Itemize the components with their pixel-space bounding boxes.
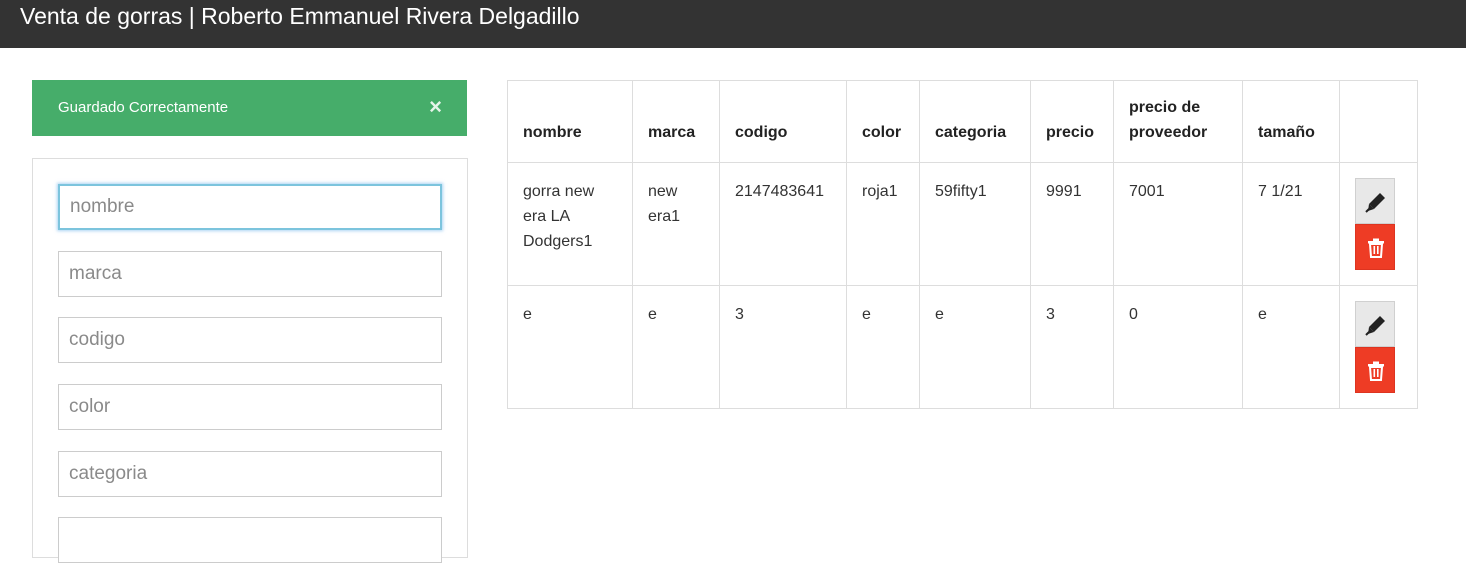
column-header-precio-proveedor: precio de proveedor [1113, 80, 1243, 163]
column-header-categoria: categoria [919, 80, 1031, 163]
cell-categoria: e [919, 285, 1031, 409]
success-alert: Guardado Correctamente × [32, 80, 467, 136]
cell-precio-proveedor: 7001 [1113, 162, 1243, 286]
cell-color: e [846, 285, 920, 409]
cell-nombre: e [507, 285, 633, 409]
column-header-tamano: tamaño [1242, 80, 1340, 163]
color-input[interactable] [58, 384, 442, 430]
cell-marca: new era1 [632, 162, 720, 286]
table-row: e e 3 e e 3 0 e [507, 285, 1418, 409]
close-icon[interactable]: × [429, 95, 442, 119]
column-header-nombre: nombre [507, 80, 633, 163]
marca-input[interactable] [58, 251, 442, 297]
cell-tamano: e [1242, 285, 1340, 409]
cell-actions [1339, 162, 1418, 286]
column-header-color: color [846, 80, 920, 163]
cell-precio: 9991 [1030, 162, 1114, 286]
trash-icon [1368, 238, 1384, 258]
cell-categoria: 59fifty1 [919, 162, 1031, 286]
pencil-icon [1365, 193, 1385, 213]
pencil-icon [1365, 316, 1385, 336]
column-header-marca: marca [632, 80, 720, 163]
table-row: gorra new era LA Dodgers1 new era1 21474… [507, 162, 1418, 286]
delete-button[interactable] [1355, 224, 1395, 270]
column-header-codigo: codigo [719, 80, 847, 163]
cell-marca: e [632, 285, 720, 409]
navbar: Venta de gorras | Roberto Emmanuel River… [0, 0, 1466, 48]
cell-nombre: gorra new era LA Dodgers1 [507, 162, 633, 286]
cell-precio-proveedor: 0 [1113, 285, 1243, 409]
categoria-input[interactable] [58, 451, 442, 497]
cell-tamano: 7 1/21 [1242, 162, 1340, 286]
edit-button[interactable] [1355, 178, 1395, 224]
cell-codigo: 2147483641 [719, 162, 847, 286]
codigo-input[interactable] [58, 317, 442, 363]
alert-message: Guardado Correctamente [58, 99, 229, 116]
form-panel [32, 158, 468, 563]
trash-icon [1368, 361, 1384, 381]
cell-precio: 3 [1030, 285, 1114, 409]
cell-codigo: 3 [719, 285, 847, 409]
delete-button[interactable] [1355, 347, 1395, 393]
products-table: nombre marca codigo color categoria prec… [507, 80, 1418, 409]
precio-input[interactable] [58, 517, 442, 563]
nombre-input[interactable] [58, 184, 442, 230]
column-header-precio: precio [1030, 80, 1114, 163]
cell-color: roja1 [846, 162, 920, 286]
edit-button[interactable] [1355, 301, 1395, 347]
table-header-row: nombre marca codigo color categoria prec… [507, 80, 1418, 163]
column-header-actions [1339, 80, 1418, 163]
cell-actions [1339, 285, 1418, 409]
page-title: Venta de gorras | Roberto Emmanuel River… [20, 3, 580, 29]
